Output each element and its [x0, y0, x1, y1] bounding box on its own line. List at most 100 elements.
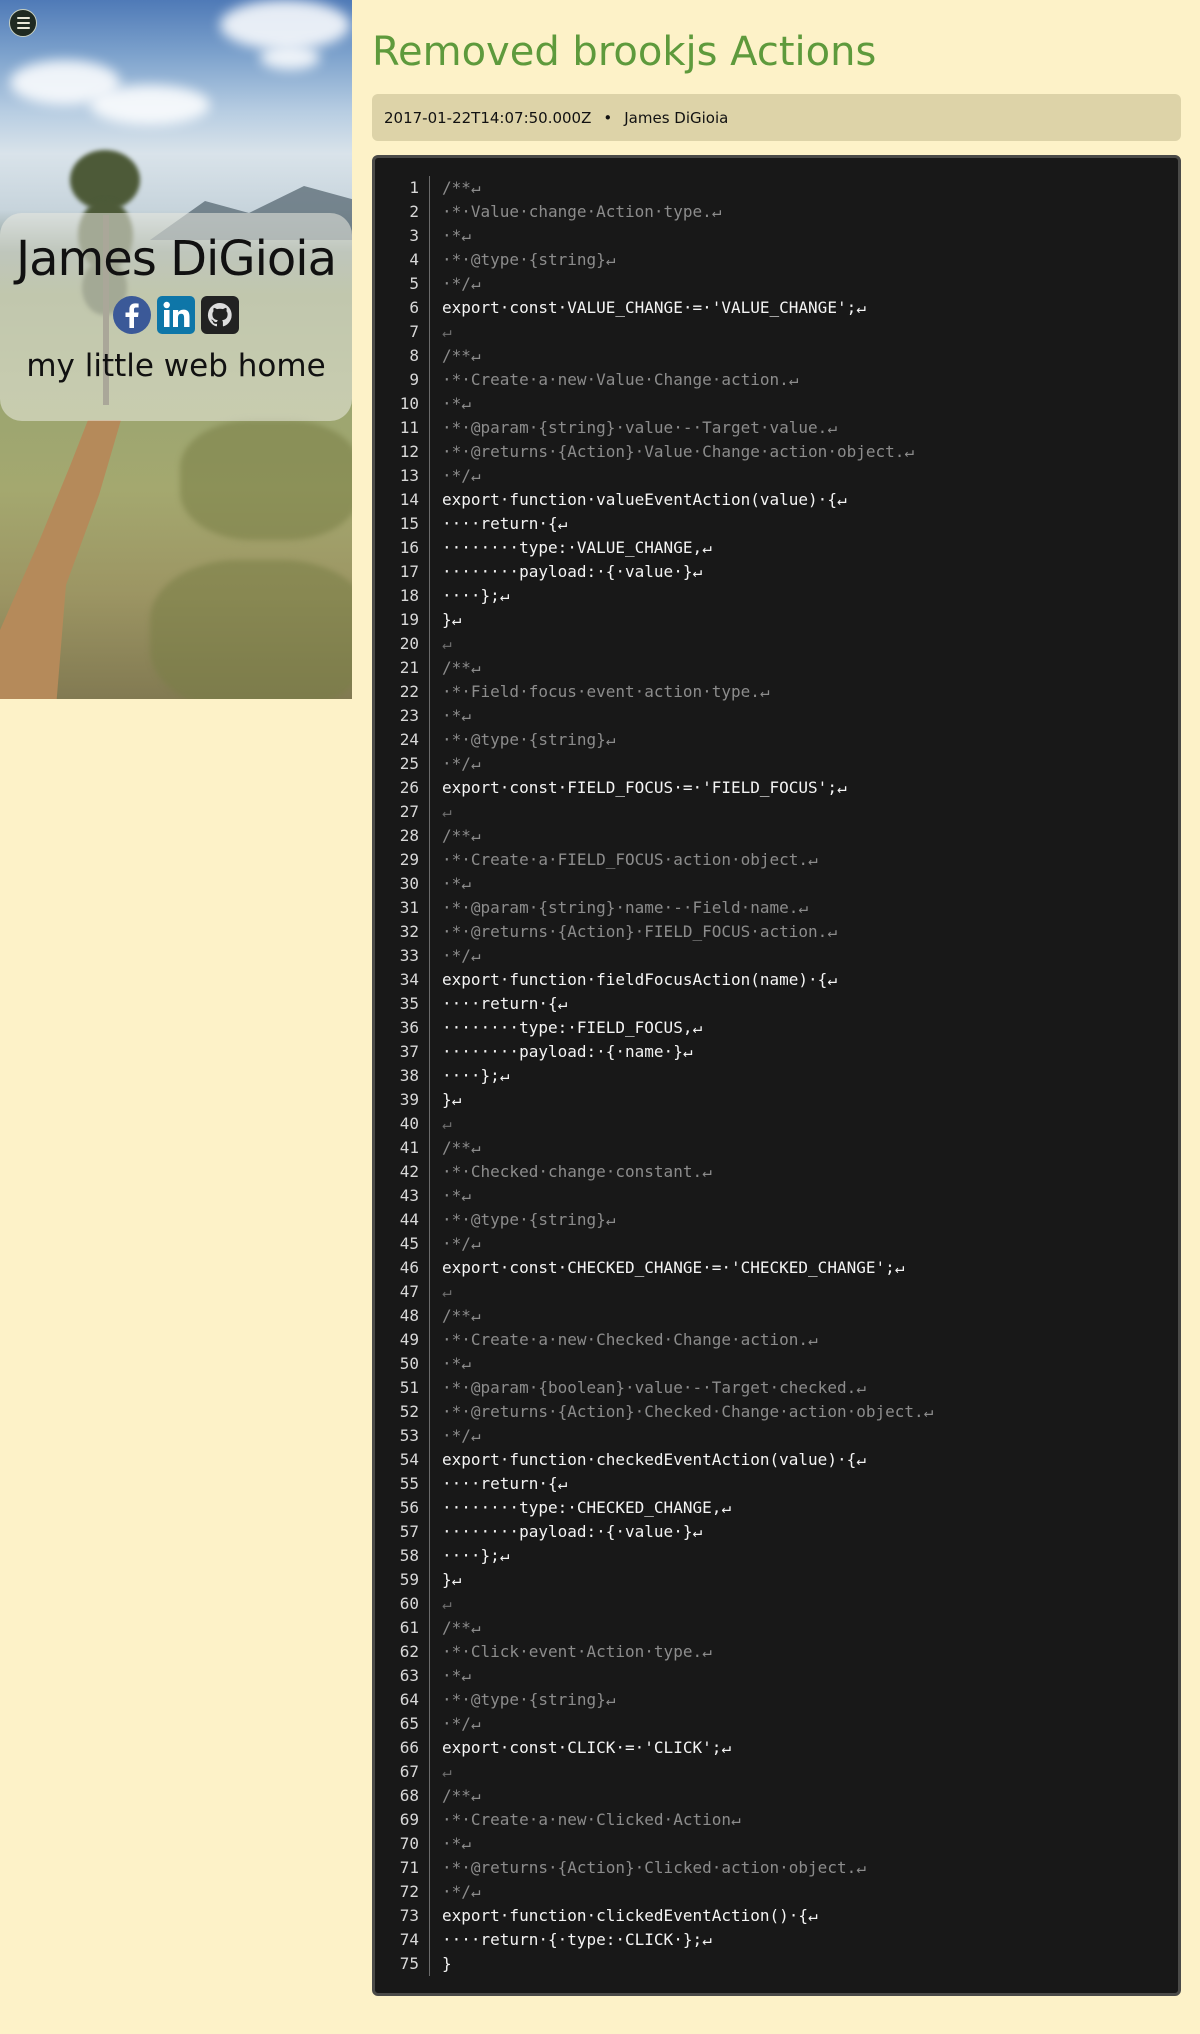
code-block[interactable]: 1/**↵ 2 ·*·Value·change·Action·type.↵ 3 ·*↵ 4…: [372, 155, 1181, 1996]
code-line: 27 ↵: [375, 800, 1178, 824]
github-icon[interactable]: [200, 295, 240, 335]
line-number: 31: [375, 896, 430, 920]
code-line: 60 ↵: [375, 1592, 1178, 1616]
code-text: ·*·Create·a·FIELD_FOCUS·action·object.↵: [442, 850, 818, 869]
code-text: ·*↵: [442, 1186, 471, 1205]
code-text: ·*·Click·event·Action·type.↵: [442, 1642, 712, 1661]
code-text: ·*↵: [442, 1834, 471, 1853]
code-line: 24 ·*·@type·{string}↵: [375, 728, 1178, 752]
line-number: 58: [375, 1544, 430, 1568]
line-number: 17: [375, 560, 430, 584]
code-text: ↵: [442, 1114, 452, 1133]
line-number: 27: [375, 800, 430, 824]
code-text: ·*/↵: [442, 466, 481, 485]
code-text: ↵: [442, 634, 452, 653]
code-line: 70 ·*↵: [375, 1832, 1178, 1856]
code-line: 22 ·*·Field·focus·event·action·type.↵: [375, 680, 1178, 704]
code-text: ·*·Create·a·new·Checked·Change·action.↵: [442, 1330, 818, 1349]
code-line: 74 ····return·{·type:·CLICK·};↵: [375, 1928, 1178, 1952]
code-text: export·function·checkedEventAction(value…: [442, 1450, 866, 1469]
line-number: 60: [375, 1592, 430, 1616]
line-number: 48: [375, 1304, 430, 1328]
code-text: ·*/↵: [442, 1426, 481, 1445]
code-text: export·const·CHECKED_CHANGE·=·'CHECKED_C…: [442, 1258, 905, 1277]
line-number: 12: [375, 440, 430, 464]
menu-toggle-button[interactable]: [9, 9, 37, 37]
code-line: 59 }↵: [375, 1568, 1178, 1592]
code-text: /**↵: [442, 1786, 481, 1805]
line-number: 59: [375, 1568, 430, 1592]
code-text: export·const·VALUE_CHANGE·=·'VALUE_CHANG…: [442, 298, 866, 317]
line-number: 6: [375, 296, 430, 320]
code-text: ····};↵: [442, 1546, 510, 1565]
code-text: ·*·@param·{boolean}·value·-·Target·check…: [442, 1378, 866, 1397]
code-line: 5 ·*/↵: [375, 272, 1178, 296]
code-text: ·*·@returns·{Action}·Clicked·action·obje…: [442, 1858, 866, 1877]
code-line: 57 ········payload:·{·value·}↵: [375, 1520, 1178, 1544]
code-text: ····};↵: [442, 586, 510, 605]
line-number: 20: [375, 632, 430, 656]
code-line: 33 ·*/↵: [375, 944, 1178, 968]
code-text: ·*·Create·a·new·Clicked·Action↵: [442, 1810, 741, 1829]
code-text: ↵: [442, 1282, 452, 1301]
code-text: ········payload:·{·value·}↵: [442, 562, 703, 581]
code-text: ········type:·FIELD_FOCUS,↵: [442, 1018, 703, 1037]
code-text: }↵: [442, 1570, 462, 1589]
code-line: 16 ········type:·VALUE_CHANGE,↵: [375, 536, 1178, 560]
line-number: 30: [375, 872, 430, 896]
code-text: ····return·{↵: [442, 1474, 568, 1493]
code-line: 12 ·*·@returns·{Action}·Value·Change·acti…: [375, 440, 1178, 464]
code-text: export·function·valueEventAction(value)·…: [442, 490, 847, 509]
code-line: 8 /**↵: [375, 344, 1178, 368]
code-line: 37 ········payload:·{·name·}↵: [375, 1040, 1178, 1064]
code-line: 28 /**↵: [375, 824, 1178, 848]
code-line: 40 ↵: [375, 1112, 1178, 1136]
code-line: 61 /**↵: [375, 1616, 1178, 1640]
code-line: 44 ·*·@type·{string}↵: [375, 1208, 1178, 1232]
code-line: 47 ↵: [375, 1280, 1178, 1304]
code-line: 17 ········payload:·{·value·}↵: [375, 560, 1178, 584]
code-line: 43 ·*↵: [375, 1184, 1178, 1208]
code-text: ↵: [442, 322, 452, 341]
code-line: 63 ·*↵: [375, 1664, 1178, 1688]
code-text: ········payload:·{·value·}↵: [442, 1522, 703, 1541]
code-text: ·*·@param·{string}·name·-·Field·name.↵: [442, 898, 809, 917]
code-line: 11 ·*·@param·{string}·value·-·Target·valu…: [375, 416, 1178, 440]
code-line: 38 ····};↵: [375, 1064, 1178, 1088]
line-number: 71: [375, 1856, 430, 1880]
line-number: 14: [375, 488, 430, 512]
code-text: /**↵: [442, 826, 481, 845]
code-text: ·*·Create·a·new·Value·Change·action.↵: [442, 370, 799, 389]
line-number: 23: [375, 704, 430, 728]
line-number: 33: [375, 944, 430, 968]
line-number: 7: [375, 320, 430, 344]
code-line: 67 ↵: [375, 1760, 1178, 1784]
code-line: 66 export·const·CLICK·=·'CLICK';↵: [375, 1736, 1178, 1760]
code-text: export·const·FIELD_FOCUS·=·'FIELD_FOCUS'…: [442, 778, 847, 797]
code-text: ····return·{↵: [442, 514, 568, 533]
line-number: 54: [375, 1448, 430, 1472]
code-text: }: [442, 1954, 452, 1973]
line-number: 57: [375, 1520, 430, 1544]
line-number: 29: [375, 848, 430, 872]
line-number: 45: [375, 1232, 430, 1256]
code-line: 71 ·*·@returns·{Action}·Clicked·action·ob…: [375, 1856, 1178, 1880]
line-number: 19: [375, 608, 430, 632]
code-line: 2 ·*·Value·change·Action·type.↵: [375, 200, 1178, 224]
line-number: 50: [375, 1352, 430, 1376]
code-line: 46 export·const·CHECKED_CHANGE·=·'CHECKED…: [375, 1256, 1178, 1280]
line-number: 72: [375, 1880, 430, 1904]
line-number: 22: [375, 680, 430, 704]
post-author[interactable]: James DiGioia: [624, 109, 728, 127]
code-text: /**↵: [442, 658, 481, 677]
line-number: 38: [375, 1064, 430, 1088]
line-number: 25: [375, 752, 430, 776]
line-number: 55: [375, 1472, 430, 1496]
code-text: ·*↵: [442, 1354, 471, 1373]
facebook-icon[interactable]: [112, 295, 152, 335]
post-title: Removed brookjs Actions: [372, 29, 877, 75]
line-number: 3: [375, 224, 430, 248]
line-number: 42: [375, 1160, 430, 1184]
linkedin-icon[interactable]: [156, 295, 196, 335]
code-line: 68 /**↵: [375, 1784, 1178, 1808]
